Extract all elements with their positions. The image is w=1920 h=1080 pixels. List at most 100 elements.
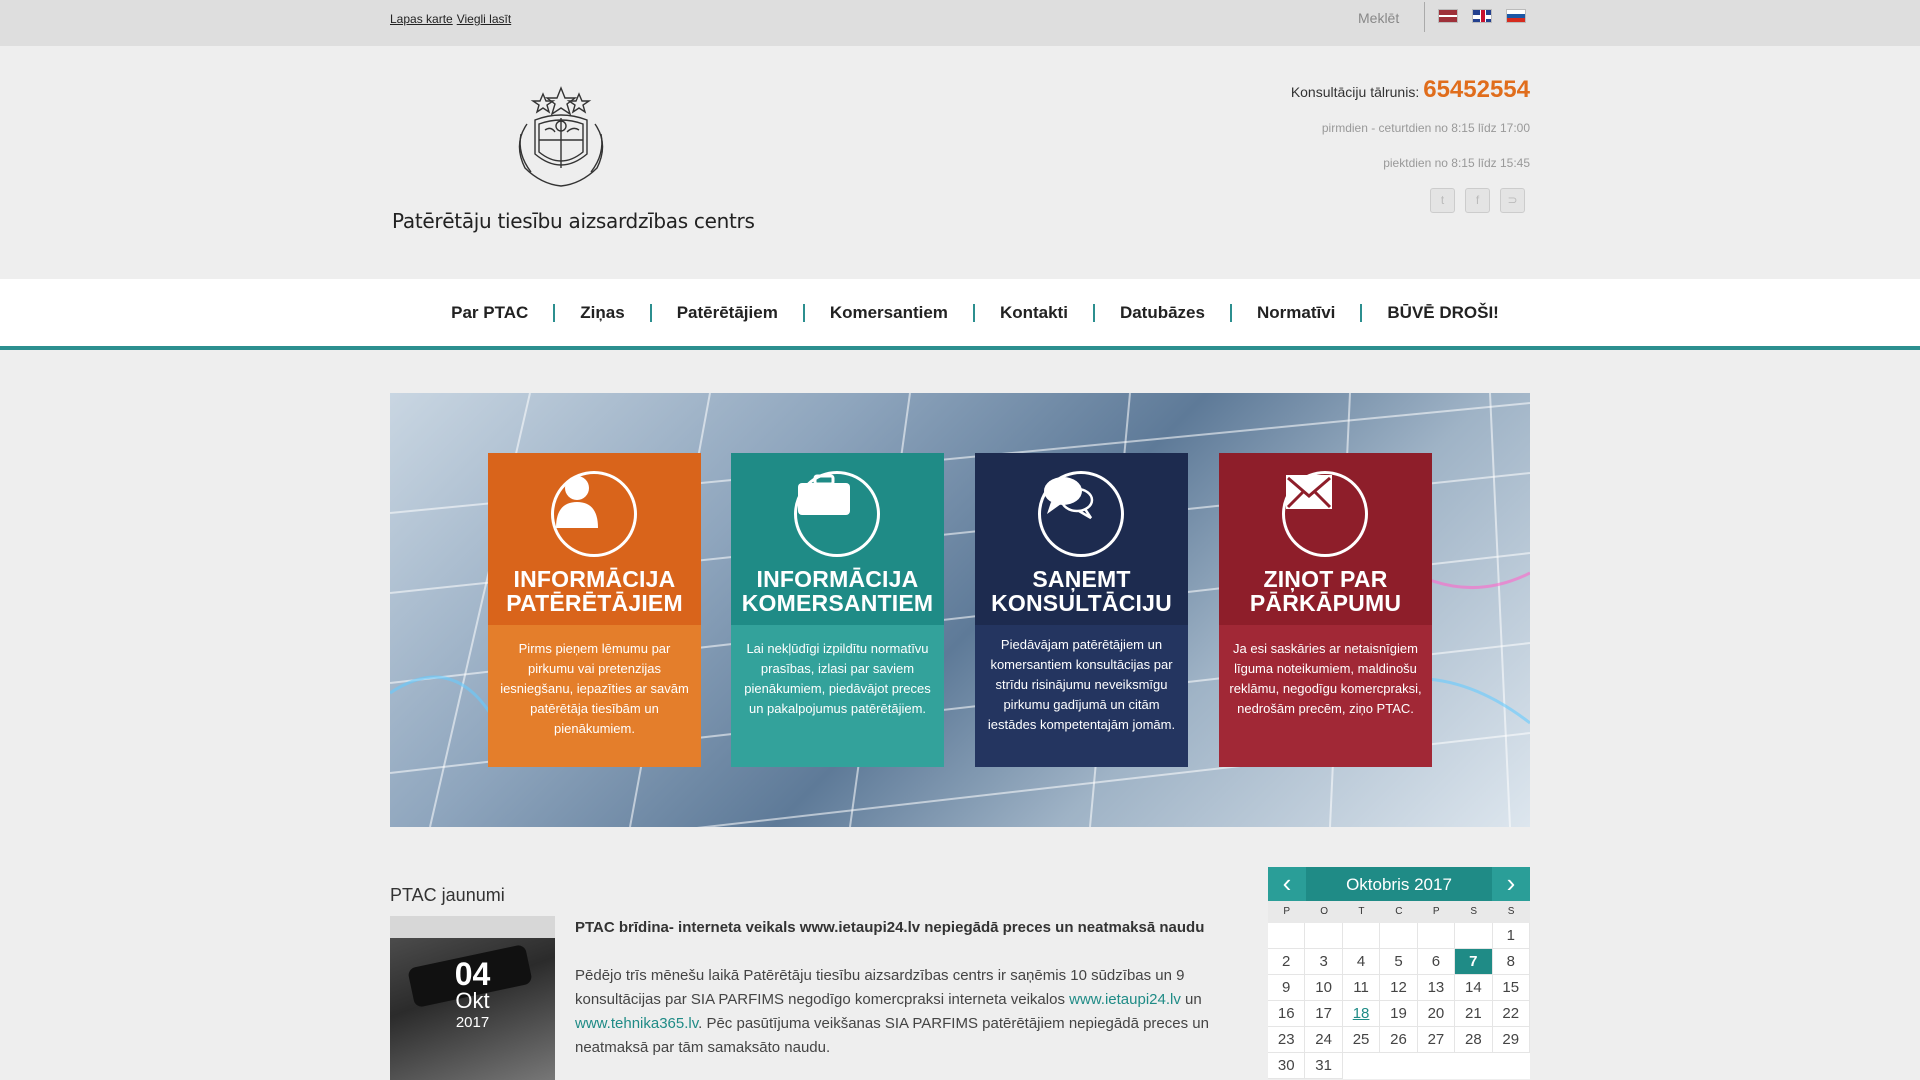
hours-friday: piektdien no 8:15 līdz 15:45 (1383, 156, 1530, 170)
card-description: Lai nekļūdīgi izpildītu normatīvu prasīb… (731, 625, 944, 767)
card-description: Pirms pieņem lēmumu par pirkumu vai pret… (488, 625, 701, 767)
card-title: ZIŅOT PAR PĀRKĀPUMU (1249, 566, 1402, 616)
calendar-day: 26 (1380, 1027, 1418, 1053)
card-info-merchants[interactable]: INFORMĀCIJA KOMERSANTIEM Lai nekļūdīgi iz… (731, 453, 944, 767)
calendar-grid: 1 2 3 4 5 6 7 8 9 10 11 12 13 14 15 16 17 18 19 20 21 22 23 24 2… (1268, 923, 1530, 1079)
chevron-right-icon[interactable]: › (1492, 867, 1530, 901)
russian-flag-icon[interactable] (1506, 9, 1526, 23)
events-calendar: ‹ Oktobris 2017 › POTCPSS 1 2 3 4 5 6 7 8 9 10 11 1… (1268, 867, 1530, 1079)
card-info-consumers[interactable]: INFORMĀCIJA PATĒRĒTĀJIEM Pirms pieņem lēm… (488, 453, 701, 767)
calendar-day: 29 (1492, 1027, 1530, 1053)
card-title: INFORMĀCIJA KOMERSANTIEM (741, 566, 934, 616)
nav-item-zinas[interactable]: Ziņas (555, 303, 652, 322)
calendar-day: 12 (1380, 975, 1418, 1001)
calendar-day: 19 (1380, 1001, 1418, 1027)
briefcase-icon (794, 471, 880, 557)
calendar-day: 5 (1380, 949, 1418, 975)
calendar-day: 9 (1268, 975, 1306, 1001)
calendar-day: 10 (1305, 975, 1343, 1001)
calendar-empty-cell (1380, 923, 1418, 949)
site-header: Patērētāju tiesību aizsardzības centrs K… (0, 46, 1920, 279)
calendar-empty-cell (1305, 923, 1343, 949)
weekday-label: P (1432, 906, 1440, 917)
nav-item-datubazes[interactable]: Datubāzes (1095, 303, 1232, 322)
organization-name[interactable]: Patērētāju tiesību aizsardzības centrs (392, 209, 755, 233)
calendar-weekday-row: POTCPSS (1268, 901, 1530, 923)
weekday-label: C (1395, 906, 1403, 917)
calendar-day-today: 7 (1455, 949, 1493, 975)
sitemap-link[interactable]: Lapas karte (390, 12, 453, 26)
calendar-empty-cell (1342, 923, 1381, 949)
news-date-month: Okt (455, 988, 490, 1013)
search-link[interactable]: Meklēt (1358, 10, 1399, 26)
nav-item-pateretajiem[interactable]: Patērētājiem (652, 303, 805, 322)
calendar-day: 28 (1455, 1027, 1493, 1053)
calendar-day: 23 (1268, 1027, 1306, 1053)
calendar-day: 2 (1268, 949, 1306, 975)
news-section-heading: PTAC jaunumi (390, 885, 505, 905)
top-bar: Lapas karte Viegli lasīt Meklēt (0, 0, 1920, 46)
calendar-day: 25 (1342, 1027, 1381, 1053)
news-title[interactable]: PTAC brīdina- interneta veikals www.ieta… (575, 916, 1235, 940)
english-flag-icon[interactable] (1472, 9, 1492, 23)
nav-item-par-ptac[interactable]: Par PTAC (426, 303, 556, 322)
calendar-day: 14 (1455, 975, 1493, 1001)
news-excerpt: Pēdējo trīs mēnešu laikā Patērētāju ties… (575, 967, 1209, 1056)
card-title: SAŅEMT KONSULTĀCIJU (991, 566, 1172, 616)
twitter-icon[interactable]: t (1430, 188, 1455, 213)
weekday-label: S (1507, 906, 1515, 917)
hero-banner: INFORMĀCIJA PATĒRĒTĀJIEM Pirms pieņem lēm… (390, 393, 1530, 827)
rss-icon[interactable]: ⊃ (1500, 188, 1525, 213)
calendar-empty-cell (1455, 923, 1493, 949)
calendar-day: 3 (1305, 949, 1343, 975)
calendar-day: 24 (1305, 1027, 1343, 1053)
calendar-day: 1 (1492, 923, 1530, 949)
calendar-day-event[interactable]: 18 (1342, 1001, 1381, 1027)
phone-number: 65452554 (1423, 76, 1530, 103)
nav-item-kontakti[interactable]: Kontakti (975, 303, 1095, 322)
weekday-label: T (1358, 906, 1365, 917)
calendar-day: 30 (1268, 1053, 1306, 1079)
calendar-month-title: Oktobris 2017 (1346, 875, 1452, 894)
calendar-header: ‹ Oktobris 2017 › (1268, 867, 1530, 901)
weekday-label: S (1470, 906, 1477, 917)
coat-of-arms-logo[interactable] (505, 84, 617, 192)
calendar-day: 13 (1417, 975, 1456, 1001)
calendar-day: 21 (1455, 1001, 1493, 1027)
latvian-flag-icon[interactable] (1438, 9, 1458, 23)
calendar-empty-cell (1268, 923, 1306, 949)
news-link-tehnika365[interactable]: www.tehnika365.lv (575, 1015, 698, 1032)
nav-item-normativi[interactable]: Normatīvi (1232, 303, 1363, 322)
card-description: Piedāvājam patērētājiem un komersantiem … (975, 625, 1188, 767)
phone-label: Konsultāciju tālrunis: (1290, 84, 1420, 100)
calendar-day: 27 (1417, 1027, 1456, 1053)
weekday-label: P (1283, 906, 1291, 917)
card-get-consultation[interactable]: SAŅEMT KONSULTĀCIJU Piedāvājam patērētāji… (975, 453, 1188, 767)
nav-item-buve-drosi[interactable]: BŪVĒ DROŠI! (1362, 303, 1523, 322)
hours-weekdays: pirmdien - ceturtdien no 8:15 līdz 17:00 (1321, 121, 1530, 135)
facebook-icon[interactable]: f (1465, 188, 1490, 213)
thumbnail-header-strip (390, 916, 555, 938)
weekday-label: O (1320, 906, 1328, 917)
calendar-day: 8 (1492, 949, 1530, 975)
calendar-empty-cell (1417, 923, 1456, 949)
calendar-day: 11 (1342, 975, 1381, 1001)
calendar-day: 17 (1305, 1001, 1343, 1027)
calendar-day: 15 (1492, 975, 1530, 1001)
news-link-ietaupi24[interactable]: www.ietaupi24.lv (1069, 991, 1181, 1008)
chat-bubbles-icon (1038, 471, 1124, 557)
news-date-year: 2017 (455, 1014, 490, 1031)
card-report-violation[interactable]: ZIŅOT PAR PĀRKĀPUMU Ja esi saskāries ar n… (1219, 453, 1432, 767)
chevron-left-icon[interactable]: ‹ (1268, 867, 1306, 901)
calendar-day: 22 (1492, 1001, 1530, 1027)
card-title: INFORMĀCIJA PATĒRĒTĀJIEM (506, 566, 683, 616)
calendar-day: 20 (1417, 1001, 1456, 1027)
top-links: Lapas karte Viegli lasīt (390, 12, 515, 26)
user-icon (551, 471, 637, 557)
easy-read-link[interactable]: Viegli lasīt (457, 12, 511, 26)
phone-info: Konsultāciju tālrunis: 65452554 (1291, 76, 1530, 104)
news-thumbnail[interactable]: 04 Okt 2017 (390, 916, 555, 1080)
card-description: Ja esi saskāries ar netaisnīgiem līguma … (1219, 625, 1432, 767)
nav-item-komersantiem[interactable]: Komersantiem (805, 303, 975, 322)
envelope-icon (1282, 471, 1368, 557)
